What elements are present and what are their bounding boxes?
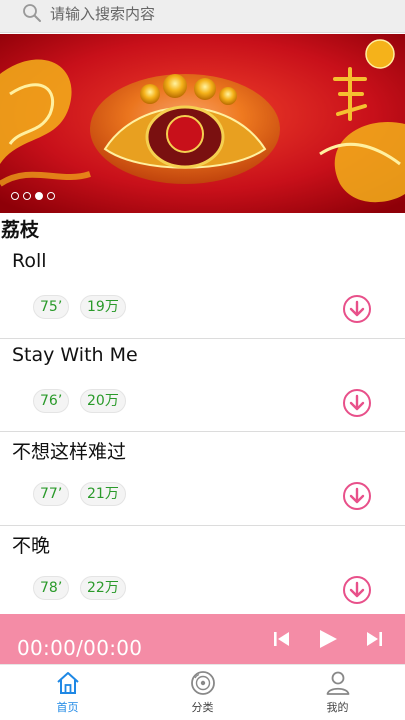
song-title: Stay With Me <box>12 343 138 366</box>
tab-label: 我的 <box>326 701 349 714</box>
playback-time: 00:00/00:00 <box>17 636 143 660</box>
carousel-dot-active[interactable] <box>35 192 43 200</box>
download-icon[interactable] <box>342 481 372 511</box>
song-title: 不晚 <box>12 534 51 557</box>
score-badge: 78’ <box>33 575 70 600</box>
play-count-badge: 20万 <box>80 388 126 413</box>
search-input[interactable] <box>50 2 390 26</box>
user-icon <box>326 671 350 695</box>
tab-label: 首页 <box>56 701 79 714</box>
score-badge: 75’ <box>33 295 70 319</box>
carousel-dot[interactable] <box>23 192 31 200</box>
song-item[interactable]: 不晚 78’ 22万 <box>0 526 405 619</box>
banner-image <box>0 34 405 213</box>
play-icon[interactable] <box>314 626 340 652</box>
play-count-badge: 22万 <box>80 575 126 600</box>
tab-mine[interactable]: 我的 <box>270 665 405 720</box>
score-badge: 76’ <box>33 388 70 413</box>
play-count-badge: 19万 <box>80 295 126 319</box>
tab-category[interactable]: 分类 <box>135 665 270 720</box>
carousel-dot[interactable] <box>47 192 55 200</box>
score-badge: 77’ <box>33 482 70 506</box>
song-title: Roll <box>12 250 47 272</box>
download-icon[interactable] <box>342 388 372 418</box>
carousel-dot[interactable] <box>11 192 19 200</box>
carousel-indicator <box>11 192 55 200</box>
download-icon[interactable] <box>342 294 372 324</box>
bottom-tab-bar: 首页 分类 我的 <box>0 664 405 720</box>
download-icon[interactable] <box>342 575 372 605</box>
tab-label: 分类 <box>191 701 214 714</box>
next-icon[interactable] <box>362 626 388 652</box>
play-count-badge: 21万 <box>80 482 126 506</box>
mini-player: 00:00/00:00 <box>0 614 405 664</box>
banner-carousel[interactable] <box>0 34 405 213</box>
song-title: 不想这样难过 <box>12 441 127 463</box>
home-icon <box>57 672 79 694</box>
song-item[interactable]: Roll 75’ 19万 <box>0 245 405 339</box>
search-icon <box>23 4 41 22</box>
song-item[interactable]: Stay With Me 76’ 20万 <box>0 339 405 432</box>
song-list: Roll 75’ 19万 Stay With Me 76’ 20万 不想这样难过… <box>0 245 405 619</box>
previous-icon[interactable] <box>268 626 294 652</box>
disc-icon <box>191 671 215 695</box>
search-bar <box>0 0 405 33</box>
section-title: 荔枝 <box>1 219 40 241</box>
song-item[interactable]: 不想这样难过 77’ 21万 <box>0 432 405 526</box>
tab-home[interactable]: 首页 <box>0 665 135 720</box>
